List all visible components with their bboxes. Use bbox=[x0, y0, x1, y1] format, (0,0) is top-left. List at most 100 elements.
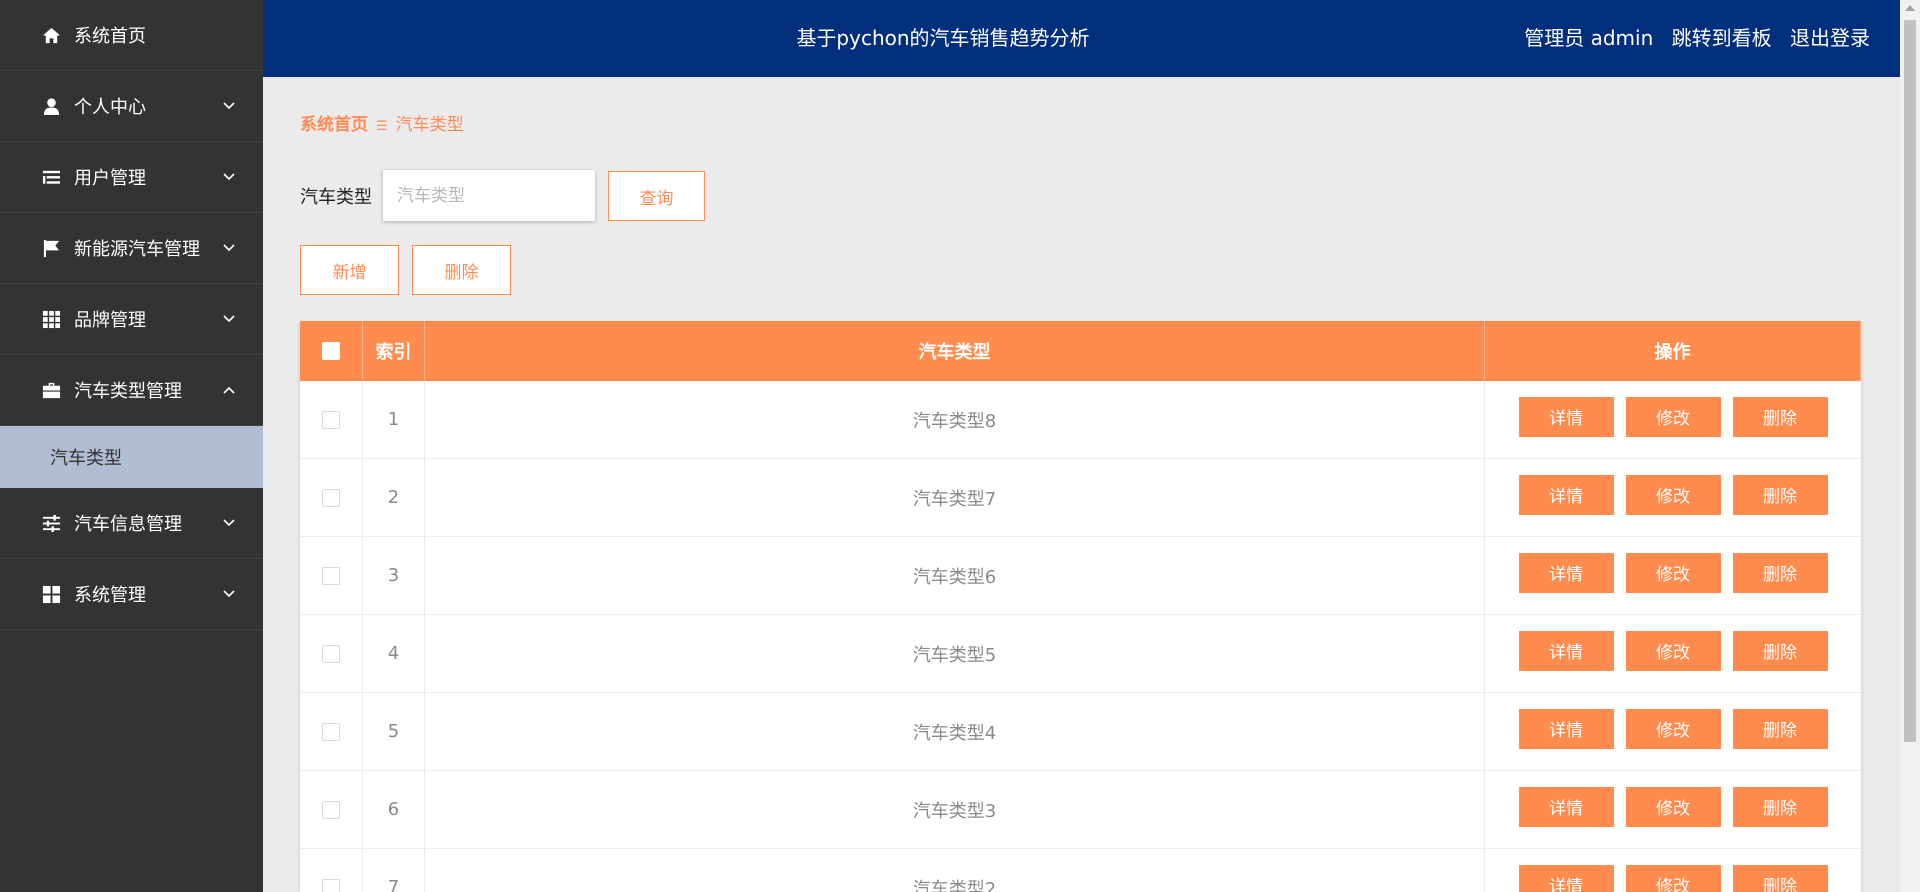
table-row: 4 汽车类型5 详情 修改 删除 bbox=[300, 615, 1861, 693]
row-checkbox[interactable] bbox=[322, 410, 340, 429]
chevron-down-icon bbox=[222, 168, 236, 182]
breadcrumb-separator-icon: ☰ bbox=[376, 119, 388, 134]
sidebar-item-personal-center[interactable]: 个人中心 bbox=[0, 71, 263, 142]
row-checkbox[interactable] bbox=[322, 644, 340, 663]
row-checkbox[interactable] bbox=[322, 566, 340, 585]
delete-button[interactable]: 删除 bbox=[1732, 396, 1828, 437]
row-index: 6 bbox=[363, 771, 425, 848]
row-car-type: 汽车类型2 bbox=[425, 849, 1485, 892]
detail-button[interactable]: 详情 bbox=[1518, 396, 1614, 437]
sidebar: 系统首页 个人中心 用户管理 新能源汽车管理 品牌管理 汽车类型管理 汽车类型 … bbox=[0, 0, 263, 892]
row-checkbox[interactable] bbox=[322, 488, 340, 507]
row-checkbox[interactable] bbox=[322, 878, 340, 892]
dashboard-icon bbox=[40, 583, 62, 605]
row-car-type: 汽车类型6 bbox=[425, 537, 1485, 614]
row-index: 5 bbox=[363, 693, 425, 770]
table-row: 3 汽车类型6 详情 修改 删除 bbox=[300, 537, 1861, 615]
detail-button[interactable]: 详情 bbox=[1518, 786, 1614, 827]
detail-button[interactable]: 详情 bbox=[1518, 708, 1614, 749]
table-body: 1 汽车类型8 详情 修改 删除 2 汽车类型7 详情 修改 删除 3 汽车类型6 详情 修改 删除 4 汽车类… bbox=[300, 381, 1861, 892]
scrollbar-thumb[interactable] bbox=[1904, 20, 1916, 742]
detail-button[interactable]: 详情 bbox=[1518, 630, 1614, 671]
row-car-type: 汽车类型7 bbox=[425, 459, 1485, 536]
detail-button[interactable]: 详情 bbox=[1518, 552, 1614, 593]
chevron-up-icon bbox=[222, 381, 236, 395]
edit-button[interactable]: 修改 bbox=[1625, 864, 1721, 892]
sidebar-item-brand-management[interactable]: 品牌管理 bbox=[0, 284, 263, 355]
grid-icon bbox=[40, 308, 62, 330]
breadcrumb-home[interactable]: 系统首页 bbox=[300, 115, 368, 135]
row-checkbox-cell bbox=[300, 615, 363, 692]
sidebar-subitem-car-type[interactable]: 汽车类型 bbox=[0, 426, 263, 488]
sidebar-item-user-management[interactable]: 用户管理 bbox=[0, 142, 263, 213]
detail-button[interactable]: 详情 bbox=[1518, 474, 1614, 515]
delete-button[interactable]: 删除 bbox=[1732, 552, 1828, 593]
edit-button[interactable]: 修改 bbox=[1625, 552, 1721, 593]
row-car-type: 汽车类型8 bbox=[425, 381, 1485, 458]
row-checkbox-cell bbox=[300, 537, 363, 614]
flag-icon bbox=[40, 237, 62, 259]
delete-button[interactable]: 删除 bbox=[1732, 786, 1828, 827]
row-checkbox-cell bbox=[300, 771, 363, 848]
sidebar-item-car-info-management[interactable]: 汽车信息管理 bbox=[0, 488, 263, 559]
breadcrumb: 系统首页 ☰ 汽车类型 bbox=[300, 110, 464, 135]
sidebar-item-new-energy-vehicles[interactable]: 新能源汽车管理 bbox=[0, 213, 263, 284]
page-scrollbar[interactable] bbox=[1900, 0, 1920, 892]
user-icon bbox=[40, 95, 62, 117]
row-checkbox[interactable] bbox=[322, 800, 340, 819]
edit-button[interactable]: 修改 bbox=[1625, 396, 1721, 437]
header-car-type: 汽车类型 bbox=[425, 321, 1485, 381]
table-row: 7 汽车类型2 详情 修改 删除 bbox=[300, 849, 1861, 892]
delete-button[interactable]: 删除 bbox=[1732, 708, 1828, 749]
dashboard-link[interactable]: 跳转到看板 bbox=[1672, 26, 1772, 50]
delete-button[interactable]: 删除 bbox=[1732, 864, 1828, 892]
edit-button[interactable]: 修改 bbox=[1625, 474, 1721, 515]
row-index: 7 bbox=[363, 849, 425, 892]
edit-button[interactable]: 修改 bbox=[1625, 786, 1721, 827]
sliders-icon bbox=[40, 512, 62, 534]
sidebar-item-label: 用户管理 bbox=[74, 168, 146, 189]
sidebar-item-label: 汽车信息管理 bbox=[74, 514, 182, 535]
row-index: 1 bbox=[363, 381, 425, 458]
sidebar-item-system-management[interactable]: 系统管理 bbox=[0, 559, 263, 630]
header-checkbox-cell bbox=[300, 321, 363, 381]
list-icon bbox=[40, 166, 62, 188]
select-all-checkbox[interactable] bbox=[322, 342, 340, 360]
row-operations: 详情 修改 删除 bbox=[1485, 693, 1861, 770]
sidebar-item-label: 个人中心 bbox=[74, 97, 146, 118]
add-button[interactable]: 新增 bbox=[300, 245, 399, 295]
row-checkbox-cell bbox=[300, 693, 363, 770]
row-index: 4 bbox=[363, 615, 425, 692]
breadcrumb-current: 汽车类型 bbox=[395, 115, 464, 135]
delete-button[interactable]: 删除 bbox=[1732, 474, 1828, 515]
edit-button[interactable]: 修改 bbox=[1625, 630, 1721, 671]
top-bar: 基于pychon的汽车销售趋势分析 管理员 admin 跳转到看板 退出登录 bbox=[263, 0, 1900, 77]
delete-button[interactable]: 删除 bbox=[1732, 630, 1828, 671]
batch-delete-button[interactable]: 删除 bbox=[412, 245, 511, 295]
sidebar-item-label: 系统首页 bbox=[74, 26, 146, 47]
row-checkbox-cell bbox=[300, 849, 363, 892]
edit-button[interactable]: 修改 bbox=[1625, 708, 1721, 749]
query-button[interactable]: 查询 bbox=[608, 171, 705, 221]
sidebar-item-label: 新能源汽车管理 bbox=[74, 239, 200, 260]
table-row: 5 汽车类型4 详情 修改 删除 bbox=[300, 693, 1861, 771]
admin-user-label: 管理员 admin bbox=[1524, 26, 1654, 50]
row-operations: 详情 修改 删除 bbox=[1485, 849, 1861, 892]
sidebar-item-label: 系统管理 bbox=[74, 585, 146, 606]
logout-link[interactable]: 退出登录 bbox=[1790, 26, 1870, 50]
row-operations: 详情 修改 删除 bbox=[1485, 771, 1861, 848]
app-title: 基于pychon的汽车销售趋势分析 bbox=[796, 26, 1090, 50]
row-checkbox[interactable] bbox=[322, 722, 340, 741]
row-car-type: 汽车类型3 bbox=[425, 771, 1485, 848]
header-operations: 操作 bbox=[1485, 321, 1861, 381]
row-operations: 详情 修改 删除 bbox=[1485, 381, 1861, 458]
scroll-up-arrow-icon[interactable] bbox=[1905, 5, 1915, 11]
search-input[interactable] bbox=[383, 170, 595, 221]
table-row: 1 汽车类型8 详情 修改 删除 bbox=[300, 381, 1861, 459]
sidebar-item-label: 品牌管理 bbox=[74, 310, 146, 331]
row-checkbox-cell bbox=[300, 381, 363, 458]
sidebar-item-home[interactable]: 系统首页 bbox=[0, 0, 263, 71]
chevron-down-icon bbox=[222, 310, 236, 324]
sidebar-item-car-type-management[interactable]: 汽车类型管理 bbox=[0, 355, 263, 426]
detail-button[interactable]: 详情 bbox=[1518, 864, 1614, 892]
